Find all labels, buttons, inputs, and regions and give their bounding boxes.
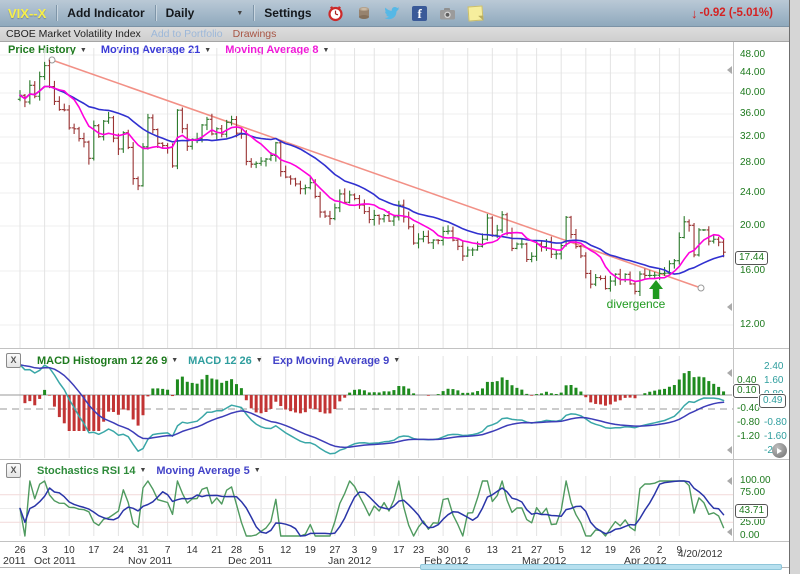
chevron-down-icon: ▼ xyxy=(393,357,400,364)
price-axis-label: 28.00 xyxy=(740,157,765,168)
macd-dropdown[interactable]: MACD 12 26 ▼ xyxy=(188,355,263,367)
xaxis-month-label: Dec 2011 xyxy=(228,555,272,567)
symbol-info-bar: CBOE Market Volatility Index Add to Port… xyxy=(0,27,789,42)
axis-collapse-arrow-icon[interactable] xyxy=(727,528,732,536)
xaxis-day-label: 17 xyxy=(388,545,410,556)
toolbar: VIX--X Add Indicator Daily ▼ Settings xyxy=(0,0,789,27)
macd-panel-header: X MACD Histogram 12 26 9 ▼ MACD 12 26 ▼ … xyxy=(6,353,400,368)
macd-histogram-label: MACD Histogram 12 26 9 xyxy=(37,355,167,367)
panel-separator xyxy=(0,459,789,460)
last-date-label: 4/20/2012 xyxy=(678,549,723,560)
panel-separator xyxy=(0,348,789,349)
macd-histogram-dropdown[interactable]: MACD Histogram 12 26 9 ▼ xyxy=(37,355,178,367)
xaxis-month-label: Nov 2011 xyxy=(128,555,172,567)
close-stochastics-button[interactable]: X xyxy=(6,463,21,478)
price-axis-label: 16.00 xyxy=(740,265,765,276)
macd-line-value-box: 0.49 xyxy=(759,394,786,408)
window-edge xyxy=(790,0,800,574)
xaxis-day-label: 24 xyxy=(107,545,129,556)
ma5-label: Moving Average 5 xyxy=(156,465,249,477)
ma5-dropdown[interactable]: Moving Average 5 ▼ xyxy=(156,465,260,477)
separator xyxy=(253,5,254,21)
chevron-down-icon: ▼ xyxy=(171,357,178,364)
camera-icon[interactable] xyxy=(439,4,457,22)
chevron-down-icon: ▼ xyxy=(139,467,146,474)
price-change: ↓ -0.92 (-5.01%) xyxy=(691,6,773,21)
stoch-axis-label: 75.00 xyxy=(740,487,765,498)
panel-separator xyxy=(0,541,789,542)
separator xyxy=(56,5,57,21)
xaxis-day-label: 19 xyxy=(599,545,621,556)
macd-hist-axis-label: -1.20 xyxy=(737,431,760,442)
xaxis-day-label: 12 xyxy=(275,545,297,556)
xaxis-day-label: 17 xyxy=(83,545,105,556)
stoch-axis-label: 100.00 xyxy=(740,475,771,486)
settings-button[interactable]: Settings xyxy=(264,6,311,20)
ema9-dropdown[interactable]: Exp Moving Average 9 ▼ xyxy=(273,355,401,367)
database-icon[interactable] xyxy=(355,4,373,22)
symbol-label: VIX--X xyxy=(8,6,46,21)
chevron-down-icon: ▼ xyxy=(256,357,263,364)
drawings-link[interactable]: Drawings xyxy=(233,28,277,40)
period-value: Daily xyxy=(166,6,195,20)
xaxis-day-label: 14 xyxy=(181,545,203,556)
axis-collapse-arrow-icon[interactable] xyxy=(727,446,732,454)
stochastics-panel-header: X Stochastics RSI 14 ▼ Moving Average 5 … xyxy=(6,463,261,478)
price-axis-label: 12.00 xyxy=(740,319,765,330)
close-macd-button[interactable]: X xyxy=(6,353,21,368)
xaxis-month-label: Oct 2011 xyxy=(34,555,76,567)
stoch-axis-label: 25.00 xyxy=(740,517,765,528)
axis-collapse-arrow-icon[interactable] xyxy=(727,369,732,377)
facebook-icon[interactable]: f xyxy=(411,4,429,22)
scrollbar-thumb[interactable] xyxy=(420,564,782,570)
price-axis-label: 48.00 xyxy=(740,49,765,60)
add-to-portfolio-link[interactable]: Add to Portfolio xyxy=(151,28,223,40)
chevron-down-icon: ▼ xyxy=(236,10,243,17)
price-axis-label: 36.00 xyxy=(740,108,765,119)
axis-collapse-arrow-icon[interactable] xyxy=(727,477,732,485)
share-chart-button[interactable] xyxy=(772,443,787,458)
period-dropdown[interactable]: Daily ▼ xyxy=(166,6,244,20)
separator xyxy=(155,5,156,21)
stoch-rsi-dropdown[interactable]: Stochastics RSI 14 ▼ xyxy=(37,465,146,477)
alarm-icon[interactable] xyxy=(327,4,345,22)
last-price-box: 17.44 xyxy=(735,251,768,265)
macd-line-axis-label: -0.80 xyxy=(764,417,787,428)
note-icon[interactable] xyxy=(467,4,485,22)
macd-hist-axis-label: -0.80 xyxy=(737,417,760,428)
axis-collapse-arrow-icon[interactable] xyxy=(727,303,732,311)
price-axis-label: 20.00 xyxy=(740,220,765,231)
macd-line-axis-label: 1.60 xyxy=(764,375,783,386)
axis-collapse-arrow-icon[interactable] xyxy=(727,66,732,74)
price-axis-label: 32.00 xyxy=(740,131,765,142)
price-axis-label: 40.00 xyxy=(740,87,765,98)
macd-hist-axis-label: -0.40 xyxy=(737,403,760,414)
chevron-down-icon: ▼ xyxy=(254,467,261,474)
xaxis-month-label: 2011 xyxy=(3,555,26,567)
macd-label: MACD 12 26 xyxy=(188,355,252,367)
xaxis-day-label: 19 xyxy=(299,545,321,556)
charting-app: VIX--X Add Indicator Daily ▼ Settings xyxy=(0,0,800,574)
price-chart[interactable]: divergence xyxy=(0,42,734,348)
symbol-full-name: CBOE Market Volatility Index xyxy=(6,28,141,40)
add-indicator-button[interactable]: Add Indicator xyxy=(67,6,144,20)
macd-line-axis-label: -1.60 xyxy=(764,431,787,442)
ema9-label: Exp Moving Average 9 xyxy=(273,355,390,367)
stoch-axis-label: 0.00 xyxy=(740,530,759,541)
stoch-value-box: 43.71 xyxy=(735,504,768,518)
stoch-rsi-label: Stochastics RSI 14 xyxy=(37,465,135,477)
twitter-icon[interactable] xyxy=(383,4,401,22)
axis-border xyxy=(733,42,734,541)
xaxis-day-label: 12 xyxy=(575,545,597,556)
macd-line-axis-label: 2.40 xyxy=(764,361,783,372)
svg-text:divergence: divergence xyxy=(607,297,666,311)
macd-hist-value-box: 0.10 xyxy=(733,384,760,398)
price-change-value: -0.92 (-5.01%) xyxy=(699,7,773,19)
price-axis-label: 24.00 xyxy=(740,187,765,198)
price-axis-label: 44.00 xyxy=(740,67,765,78)
xaxis-day-label: 13 xyxy=(481,545,503,556)
xaxis-month-label: Jan 2012 xyxy=(328,555,371,567)
down-arrow-icon: ↓ xyxy=(691,6,698,21)
